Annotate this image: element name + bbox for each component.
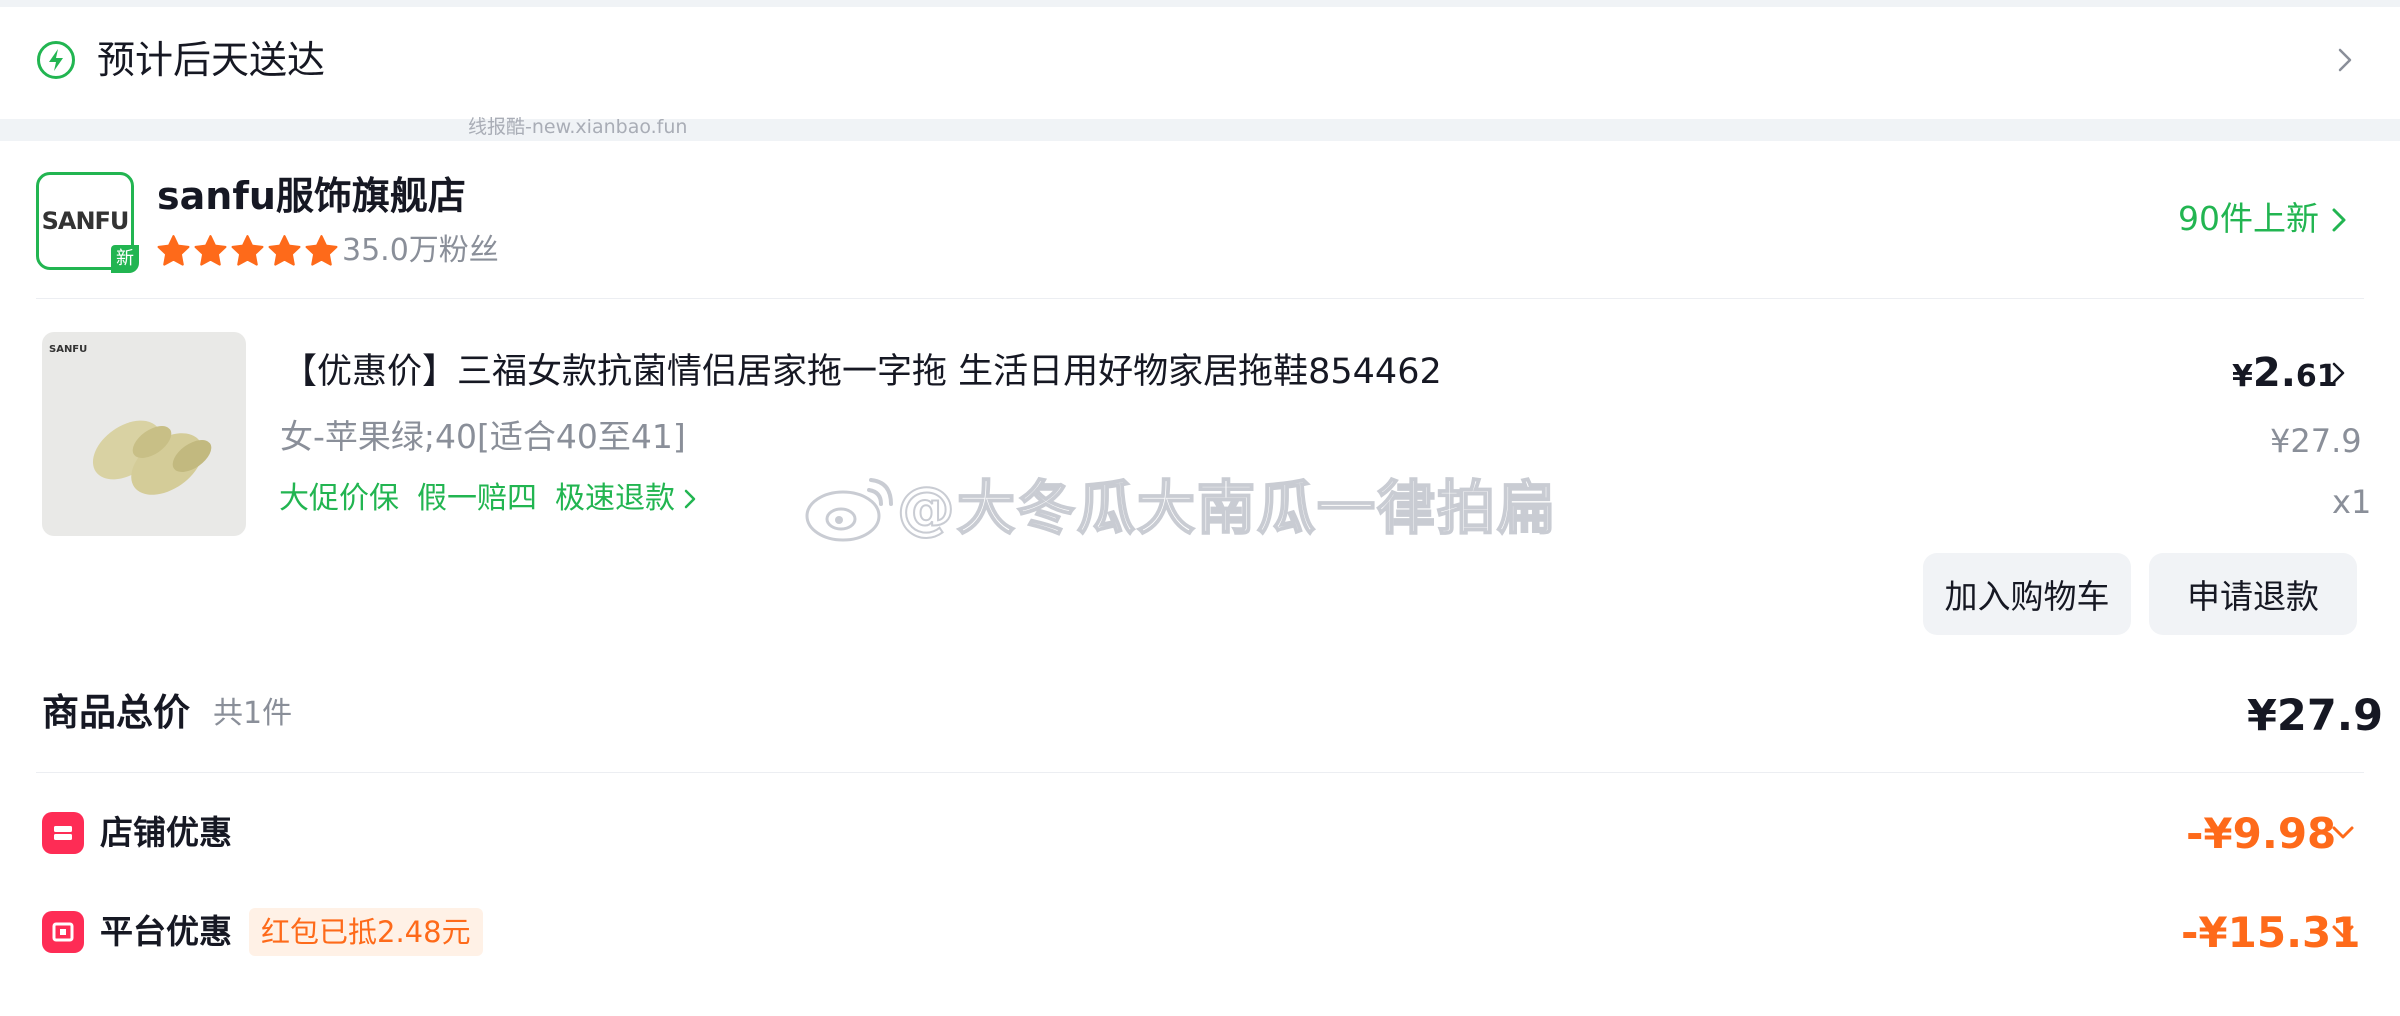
service-tag: 极速退款 <box>555 481 675 516</box>
product-image[interactable]: SANFU <box>42 332 246 536</box>
product-title[interactable]: 【优惠价】三福女款抗菌情侣居家拖一字拖 生活日用好物家居拖鞋854462 <box>282 347 1482 397</box>
shop-fans-count: 35.0万粉丝 <box>342 233 499 268</box>
service-tag: 假一赔四 <box>417 481 537 516</box>
price-currency: ¥ <box>2232 359 2253 394</box>
chevron-right-icon[interactable] <box>2325 206 2353 234</box>
store-coupon-icon <box>42 812 84 854</box>
platform-coupon-icon <box>42 911 84 953</box>
red-packet-note: 红包已抵2.48元 <box>249 908 483 956</box>
star-icon <box>157 235 190 266</box>
slipper-illustration <box>92 420 212 495</box>
platform-discount-label: 平台优惠 <box>100 912 232 951</box>
star-icon <box>194 235 227 266</box>
price-integer: 2. <box>2252 350 2296 396</box>
section-separator <box>0 119 2400 141</box>
new-arrivals-link[interactable]: 90件上新 <box>2178 196 2319 242</box>
shop-rating <box>156 234 339 269</box>
product-spec: 女-苹果绿;40[适合40至41] <box>280 417 686 456</box>
divider <box>36 298 2364 299</box>
watermark-text: @大冬瓜大南瓜一律拍扁 <box>896 473 1558 543</box>
chevron-down-icon[interactable] <box>2328 917 2358 947</box>
divider <box>36 772 2364 773</box>
star-icon <box>231 235 264 266</box>
chevron-right-icon[interactable] <box>2326 360 2352 386</box>
original-price: ¥27.9 <box>2270 422 2362 460</box>
top-spacer <box>0 0 2400 7</box>
store-discount-value[interactable]: -¥9.98 <box>2186 806 2336 862</box>
total-label: 商品总价 <box>42 691 190 734</box>
lightning-bolt-icon <box>37 41 75 79</box>
paid-price[interactable]: ¥2.61 <box>2232 350 2338 396</box>
total-count: 共1件 <box>213 696 293 731</box>
add-to-cart-button[interactable]: 加入购物车 <box>1923 553 2131 635</box>
star-icon <box>268 235 301 266</box>
chevron-right-icon[interactable] <box>2330 45 2360 75</box>
shop-name[interactable]: sanfu服饰旗舰店 <box>157 170 466 222</box>
service-tags[interactable]: 大促价保 假一赔四 极速退款 <box>279 478 701 520</box>
delivery-estimate: 预计后天送达 <box>97 38 326 82</box>
watermark-text: 线报酷-new.xianbao.fun <box>468 116 688 138</box>
delivery-row[interactable] <box>0 7 2400 119</box>
new-badge: 新 <box>111 245 139 273</box>
quantity: x1 <box>2332 483 2372 521</box>
star-icon <box>305 235 338 266</box>
total-value: ¥27.9 <box>2247 691 2384 741</box>
product-image-brand: SANFU <box>49 344 88 355</box>
weibo-logo-icon <box>805 478 893 542</box>
service-tag: 大促价保 <box>279 481 399 516</box>
chevron-down-icon[interactable] <box>2328 818 2358 848</box>
chevron-right-icon <box>684 489 696 509</box>
refund-button[interactable]: 申请退款 <box>2149 553 2357 635</box>
store-discount-label: 店铺优惠 <box>100 813 232 852</box>
shop-logo-text: SANFU <box>41 207 130 235</box>
